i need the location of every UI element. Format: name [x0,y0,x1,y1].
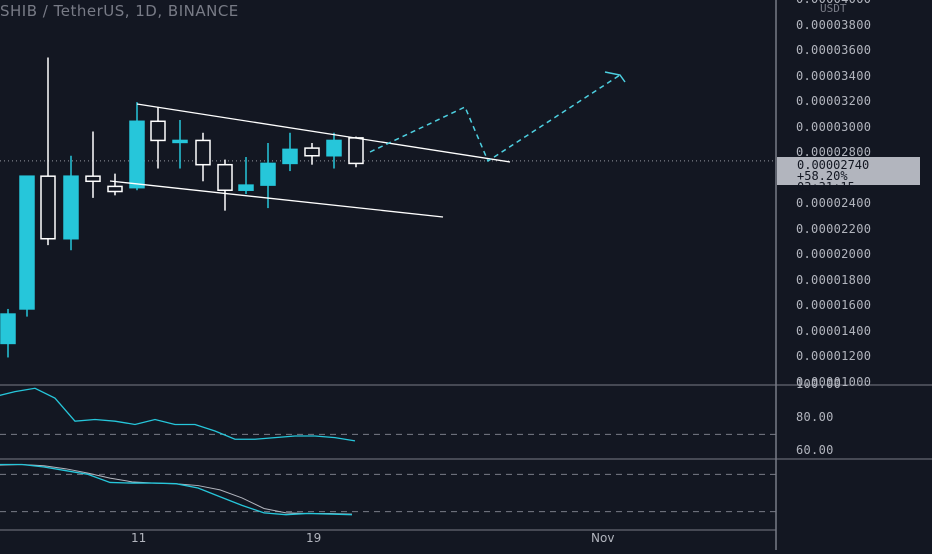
chart-canvas [0,0,932,550]
oscillator-1-tick-label: 60.00 [796,442,834,457]
oscillator-1-tick-label: 100.00 [796,377,842,391]
candle-body [85,175,101,183]
candle-body [172,139,188,144]
candle-body [129,120,145,189]
time-tick-label: 11 [131,531,147,545]
chart-area[interactable] [0,0,932,550]
candle-body [150,120,166,142]
price-tick-label: 0.00003200 [796,94,872,109]
candle-body [19,175,35,310]
candle-body [40,175,56,240]
price-tick-label: 0.00001600 [796,298,872,313]
bar-countdown: 03:31:15 [797,180,855,194]
candle-body [63,175,79,240]
candle-body [326,139,342,157]
triangle-lower-line [109,180,444,218]
price-badge: 0.00002740 +58.20% 03:31:15 [777,157,920,193]
price-tick-label: 0.00001800 [796,272,872,287]
oscillator-2-line [0,463,353,516]
oscillator-1-line [0,387,356,442]
time-tick-label: 19 [306,531,322,545]
price-tick-label: 0.00004000 [796,0,871,6]
candle-body [107,185,123,193]
projection-path [369,74,621,163]
price-tick-label: 0.00003400 [796,68,872,83]
price-tick-label: 0.00002200 [796,221,872,236]
price-tick-label: 0.00002000 [796,247,872,262]
price-tick-label: 0.00001400 [796,323,872,338]
price-tick-label: 0.00003600 [796,43,872,58]
candle-body [282,148,298,165]
price-tick-label: 0.00002400 [796,196,872,211]
time-tick-label: Nov [591,531,615,545]
candle-body [260,162,276,186]
candle-body [348,137,364,165]
price-tick-label: 0.00003000 [796,119,872,134]
candle-body [238,184,254,191]
price-tick-label: 0.00002800 [796,145,872,160]
candle-body [195,139,211,166]
price-tick-label: 0.00001200 [796,349,872,364]
candle-body [304,147,320,157]
price-tick-label: 0.00003800 [796,17,872,32]
candle-body [0,313,16,345]
projection-arrow-head [604,71,626,83]
candle-body [217,163,233,191]
oscillator-1-tick-label: 80.00 [796,409,834,424]
symbol-title: SHIB / TetherUS, 1D, BINANCE [0,2,239,20]
oscillator-2-signal [0,463,353,515]
